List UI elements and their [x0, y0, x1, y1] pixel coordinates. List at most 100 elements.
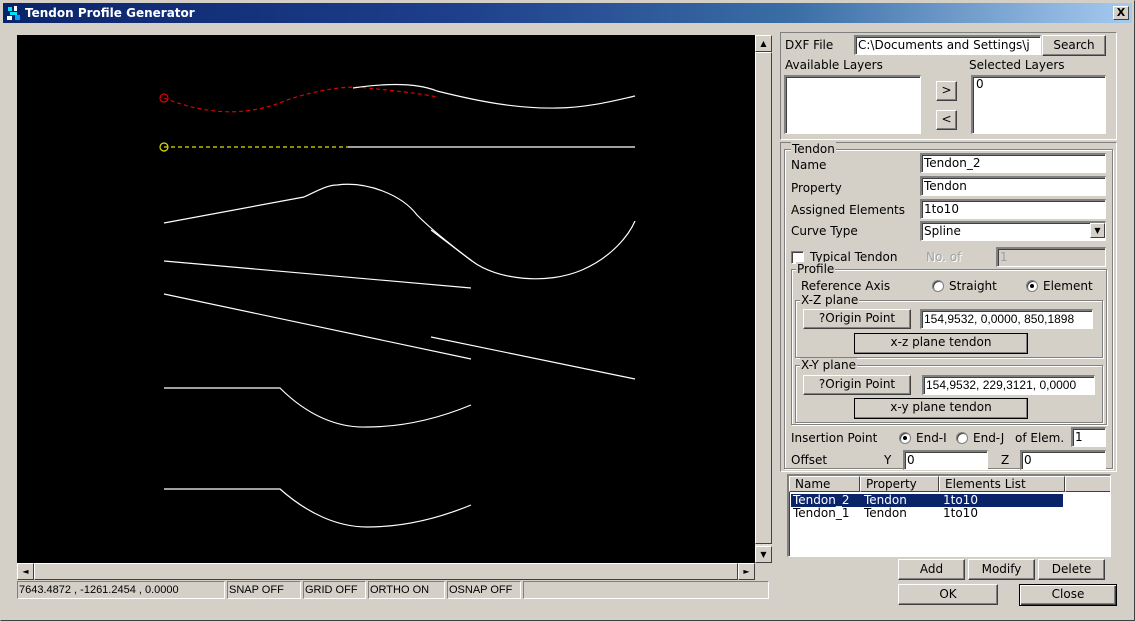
tendon-curve-7 — [164, 488, 472, 528]
dxf-panel: DXF File C:\Documents and Settings\j Sea… — [780, 32, 1117, 140]
row-property: Tendon — [864, 494, 907, 507]
tendon-list-header: Name Property Elements List — [789, 476, 1110, 492]
horizontal-scroll-thumb[interactable] — [34, 563, 738, 580]
tendon-curve-1 — [352, 83, 636, 109]
straight-radio[interactable] — [932, 280, 944, 292]
of-elem-label: of Elem. — [1015, 431, 1065, 445]
xy-plane-tendon-button[interactable]: x-y plane tendon — [854, 398, 1028, 419]
column-header-name[interactable]: Name — [789, 476, 860, 492]
xz-origin-point-button[interactable]: ?Origin Point — [803, 309, 911, 329]
selected-layers-label: Selected Layers — [969, 58, 1065, 72]
xz-plane-label: X-Z plane — [800, 293, 860, 307]
vertical-scroll-thumb[interactable] — [755, 52, 772, 544]
reference-axis-label: Reference Axis — [801, 279, 891, 293]
selected-layers-list[interactable]: 0 — [971, 75, 1106, 134]
end-j-label: End-J — [973, 431, 1005, 445]
ortho-status[interactable]: ORTHO ON — [368, 581, 445, 599]
assigned-elements-input[interactable]: 1to10 — [920, 199, 1106, 219]
row-elements: 1to10 — [943, 507, 978, 520]
curve-type-select[interactable]: Spline ▼ — [920, 221, 1106, 241]
end-i-radio[interactable] — [899, 432, 911, 444]
snap-status[interactable]: SNAP OFF — [227, 581, 301, 599]
scroll-left-button[interactable]: ◄ — [17, 563, 34, 580]
xy-origin-input[interactable]: 154,9532, 229,3121, 0,0000 — [922, 375, 1095, 395]
available-layers-list[interactable] — [784, 75, 921, 134]
modify-button[interactable]: Modify — [968, 559, 1035, 580]
tendon-list[interactable]: Name Property Elements List Tendon_2 Ten… — [787, 474, 1111, 557]
arrow-down-icon: ▼ — [760, 550, 767, 559]
delete-button[interactable]: Delete — [1038, 559, 1105, 580]
offset-z-input[interactable]: 0 — [1020, 450, 1106, 470]
straight-label: Straight — [949, 279, 997, 293]
status-extra — [523, 581, 769, 599]
curve-type-value: Spline — [924, 224, 961, 238]
vertical-scrollbar[interactable]: ▲ ▼ — [755, 35, 772, 563]
chevron-down-icon[interactable]: ▼ — [1090, 223, 1105, 238]
offset-z-label: Z — [1001, 453, 1010, 467]
ok-button[interactable]: OK — [898, 584, 998, 605]
tendon-group-label: Tendon — [791, 142, 836, 156]
row-elements: 1to10 — [943, 494, 978, 507]
column-header-empty[interactable] — [1065, 476, 1110, 492]
xz-origin-input[interactable]: 154,9532, 0,0000, 850,1898 — [920, 309, 1093, 329]
arrow-up-icon: ▲ — [760, 39, 767, 48]
row-property: Tendon — [864, 507, 907, 520]
scroll-right-button[interactable]: ► — [738, 563, 755, 580]
close-button[interactable]: Close — [1019, 584, 1117, 606]
add-layer-button[interactable]: > — [936, 81, 957, 101]
horizontal-scrollbar[interactable]: ◄ ► — [17, 563, 755, 580]
tendon-profile-window: Tendon Profile Generator X ▲ ▼ ◄ ► 7643.… — [0, 0, 1135, 621]
arrow-right-icon: ► — [743, 567, 750, 576]
element-radio[interactable] — [1026, 280, 1038, 292]
dxf-file-path-input[interactable]: C:\Documents and Settings\j — [854, 35, 1041, 55]
selected-layer-item[interactable]: 0 — [976, 77, 1102, 91]
table-row[interactable]: Tendon_2 Tendon 1to10 — [791, 494, 1063, 507]
offset-y-input[interactable]: 0 — [903, 450, 988, 470]
offset-y-label: Y — [884, 453, 892, 467]
row-name: Tendon_1 — [793, 507, 850, 520]
no-of-input[interactable]: 1 — [996, 247, 1106, 267]
drawing-area: ▲ ▼ ◄ ► — [17, 35, 772, 580]
tendon-drawing — [159, 83, 636, 528]
available-layers-label: Available Layers — [785, 58, 883, 72]
insertion-point-label: Insertion Point — [791, 431, 878, 445]
name-label: Name — [791, 158, 827, 172]
close-icon: X — [1116, 6, 1126, 19]
curve-type-label: Curve Type — [791, 224, 858, 238]
column-header-elements[interactable]: Elements List — [939, 476, 1065, 492]
xy-plane-label: X-Y plane — [800, 358, 857, 372]
search-button[interactable]: Search — [1042, 35, 1106, 56]
tendon-curve-3 — [163, 183, 473, 262]
table-row[interactable]: Tendon_1 Tendon 1to10 — [791, 507, 1063, 520]
title-bar[interactable]: Tendon Profile Generator X — [3, 3, 1132, 23]
property-input[interactable]: Tendon — [920, 176, 1106, 196]
tendon-line-4 — [163, 260, 472, 289]
dxf-canvas[interactable] — [17, 35, 755, 563]
no-of-label: No. of — [926, 250, 962, 264]
remove-layer-button[interactable]: < — [936, 110, 957, 130]
tendon-curve-3b — [430, 220, 636, 280]
tendon-name-input[interactable]: Tendon_2 — [920, 153, 1106, 173]
selected-tendon-curve — [163, 86, 438, 113]
column-header-property[interactable]: Property — [860, 476, 939, 492]
close-window-button[interactable]: X — [1113, 6, 1129, 20]
assigned-elements-label: Assigned Elements — [791, 203, 906, 217]
tendon-line-5 — [163, 293, 472, 360]
element-label: Element — [1043, 279, 1093, 293]
row-name: Tendon_2 — [793, 494, 850, 507]
element-number-input[interactable]: 1 — [1071, 427, 1106, 447]
osnap-status[interactable]: OSNAP OFF — [447, 581, 521, 599]
tendon-line-5b — [430, 336, 636, 380]
grid-status[interactable]: GRID OFF — [303, 581, 366, 599]
scroll-down-button[interactable]: ▼ — [755, 546, 772, 563]
add-button[interactable]: Add — [898, 559, 965, 580]
tendon-curve-6 — [164, 387, 472, 428]
status-bar: 7643.4872 , -1261.2454 , 0.0000 SNAP OFF… — [17, 581, 771, 599]
scroll-up-button[interactable]: ▲ — [755, 35, 772, 52]
xy-origin-point-button[interactable]: ?Origin Point — [803, 375, 911, 395]
dxf-file-label: DXF File — [785, 38, 834, 52]
end-j-radio[interactable] — [956, 432, 968, 444]
arrow-left-icon: ◄ — [22, 567, 29, 576]
property-label: Property — [791, 181, 842, 195]
xz-plane-tendon-button[interactable]: x-z plane tendon — [854, 333, 1028, 354]
